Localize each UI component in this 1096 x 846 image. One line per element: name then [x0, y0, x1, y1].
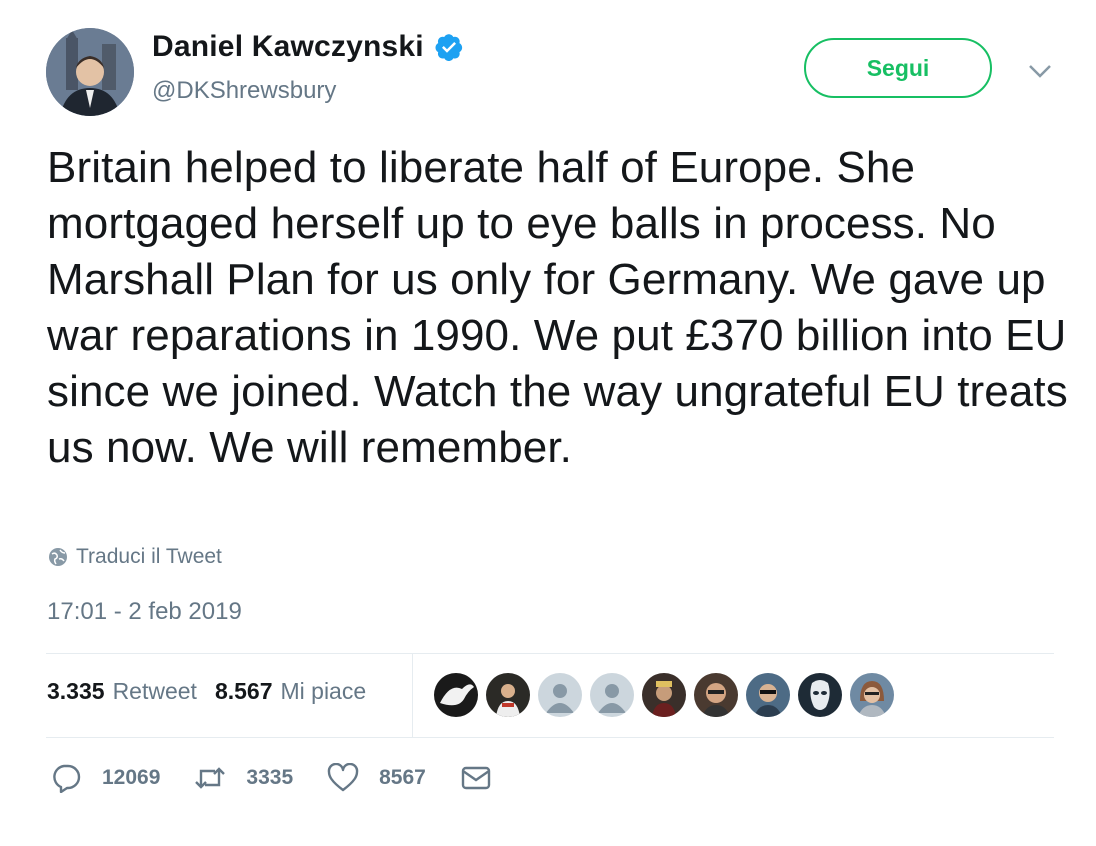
tweet-stats: 3.335 Retweet 8.567 Mi piace [47, 678, 366, 705]
follow-button[interactable]: Segui [804, 38, 992, 98]
retweets-count: 3.335 [47, 678, 105, 704]
author-name[interactable]: Daniel Kawczynski [152, 30, 464, 64]
message-icon [461, 766, 491, 790]
author-handle[interactable]: @DKShrewsbury [152, 77, 336, 105]
globe-icon [49, 548, 67, 566]
retweet-icon [195, 767, 226, 789]
tweet-text: Britain helped to liberate half of Europ… [47, 143, 1068, 472]
reply-icon [53, 764, 81, 793]
stats-vertical-divider [412, 654, 413, 737]
tweet-actions: 12069 3335 8567 [50, 763, 546, 793]
like-button[interactable]: 8567 [327, 763, 426, 793]
liker-avatar[interactable] [642, 673, 686, 717]
retweet-count: 3335 [246, 766, 294, 789]
author-avatar[interactable] [46, 28, 134, 116]
translate-link[interactable]: Traduci il Tweet [48, 545, 222, 569]
chevron-down-icon[interactable] [1026, 60, 1054, 82]
translate-label[interactable]: Traduci il Tweet [76, 545, 222, 569]
reply-count: 12069 [102, 766, 161, 789]
tweet-timestamp[interactable]: 17:01 - 2 feb 2019 [47, 598, 242, 626]
divider-bottom [46, 737, 1054, 738]
liker-avatar[interactable] [746, 673, 790, 717]
liker-avatar[interactable] [434, 673, 478, 717]
likes-label: Mi piace [280, 678, 367, 704]
liker-avatar[interactable] [538, 673, 582, 717]
liker-avatar[interactable] [590, 673, 634, 717]
author-name-text[interactable]: Daniel Kawczynski [152, 30, 424, 64]
liker-avatar[interactable] [850, 673, 894, 717]
liker-avatar[interactable] [694, 673, 738, 717]
heart-icon [327, 763, 359, 792]
retweets-stat[interactable]: 3.335 Retweet [47, 678, 197, 705]
liker-avatar[interactable] [486, 673, 530, 717]
retweet-button[interactable]: 3335 [194, 763, 293, 793]
retweets-label: Retweet [112, 678, 197, 704]
liker-avatar[interactable] [798, 673, 842, 717]
reply-button[interactable]: 12069 [50, 763, 160, 793]
verified-badge-icon [435, 34, 462, 61]
divider-top [46, 653, 1054, 654]
likes-stat[interactable]: 8.567 Mi piace [215, 678, 366, 705]
likers-avatars [434, 673, 894, 717]
like-count: 8567 [379, 766, 426, 789]
direct-message-button[interactable] [460, 763, 512, 793]
likes-count: 8.567 [214, 678, 273, 704]
